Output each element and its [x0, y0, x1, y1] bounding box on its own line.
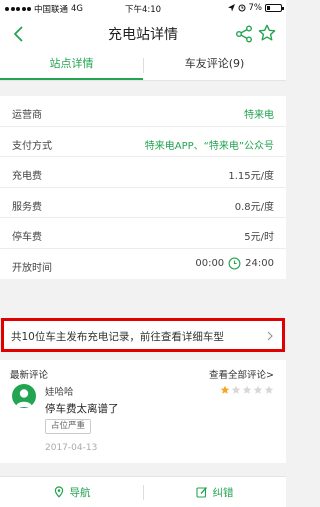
- charging-records-text: 共10位车主发布充电记录，前往查看详细车型: [11, 331, 224, 343]
- info-row-operator: 运营商 特来电: [0, 96, 286, 127]
- view-all-reviews-link[interactable]: 查看全部评论>: [209, 367, 274, 381]
- rating-star-icon: [231, 385, 241, 394]
- avatar: [12, 384, 36, 408]
- rating-star-icon: [220, 385, 230, 394]
- review-date: 2017-04-13: [45, 443, 98, 453]
- reviewer-name: 娃哈哈: [45, 387, 74, 398]
- alarm-icon: [238, 4, 245, 12]
- navigate-label: 导航: [69, 486, 91, 499]
- operator-value[interactable]: 特来电: [244, 106, 274, 121]
- hours-key: 开放时间: [12, 262, 52, 274]
- station-info-list: 运营商 特来电 支付方式 特来电APP、“特来电”公众号 充电费 1.15元/度…: [0, 96, 286, 279]
- rating-star-icon: [264, 385, 274, 394]
- close-time: 24:00: [245, 257, 274, 269]
- info-row-charge-fee: 充电费 1.15元/度: [0, 157, 286, 188]
- report-error-button[interactable]: 纠错: [143, 477, 286, 507]
- edit-icon: [195, 487, 207, 498]
- review-text: 停车费太离谱了: [45, 403, 119, 415]
- rating-star-icon: [253, 385, 263, 394]
- parking-fee-value: 5元/时: [244, 232, 274, 243]
- status-right: 7%: [227, 3, 284, 13]
- nav-header: 充电站详情: [0, 17, 286, 51]
- charge-fee-value: 1.15元/度: [228, 171, 274, 182]
- navigate-button[interactable]: 导航: [0, 477, 143, 507]
- active-tab-indicator: [0, 78, 143, 80]
- tab-station-details-label: 站点详情: [49, 57, 94, 70]
- battery-icon: [265, 4, 284, 12]
- info-row-service-fee: 服务费 0.8元/度: [0, 188, 286, 218]
- payment-value[interactable]: 特来电APP、“特来电”公众号: [145, 137, 274, 152]
- clock-icon: [228, 257, 241, 269]
- bottom-action-bar: 导航 纠错: [0, 476, 286, 507]
- parking-fee-key: 停车费: [12, 232, 42, 243]
- tab-station-details[interactable]: 站点详情: [0, 51, 143, 80]
- report-error-label: 纠错: [212, 486, 234, 499]
- payment-key: 支付方式: [12, 140, 52, 152]
- info-row-payment: 支付方式 特来电APP、“特来电”公众号: [0, 127, 286, 157]
- status-bar: 中国联通 4G 下午4:10 7%: [0, 0, 286, 17]
- charging-station-detail-page: 中国联通 4G 下午4:10 7% 充电站详情 站点详情 车友评论(9) 运营商…: [0, 0, 286, 507]
- charging-records-link[interactable]: 共10位车主发布充电记录，前往查看详细车型: [1, 318, 285, 352]
- open-time: 00:00: [195, 257, 225, 269]
- battery-percent: 7%: [248, 3, 263, 13]
- service-fee-value: 0.8元/度: [234, 201, 274, 213]
- review-rating: [220, 385, 274, 395]
- hours-value: 00:00 24:00: [195, 257, 274, 270]
- service-fee-key: 服务费: [12, 201, 42, 213]
- tab-bar: 站点详情 车友评论(9): [0, 51, 286, 81]
- info-row-hours: 开放时间 00:00 24:00: [0, 249, 286, 280]
- favorite-star-icon[interactable]: [258, 24, 276, 42]
- location-icon: [227, 4, 235, 12]
- review-tag: 占位严重: [45, 419, 92, 434]
- info-row-parking-fee: 停车费 5元/时: [0, 218, 286, 249]
- tab-user-reviews[interactable]: 车友评论(9): [143, 51, 286, 80]
- chevron-right-icon: [267, 331, 273, 341]
- user-silhouette-icon: [16, 389, 32, 407]
- operator-key: 运营商: [12, 110, 42, 121]
- share-icon[interactable]: [235, 25, 253, 43]
- tab-user-reviews-label: 车友评论(9): [184, 57, 245, 70]
- latest-reviews-section: 最新评论 查看全部评论> 娃哈哈 停车费太离谱了 占位严重 2017-04-13: [0, 360, 286, 463]
- rating-star-icon: [242, 385, 252, 394]
- location-pin-icon: [54, 486, 63, 498]
- latest-reviews-heading: 最新评论: [10, 370, 49, 381]
- charge-fee-key: 充电费: [12, 171, 42, 182]
